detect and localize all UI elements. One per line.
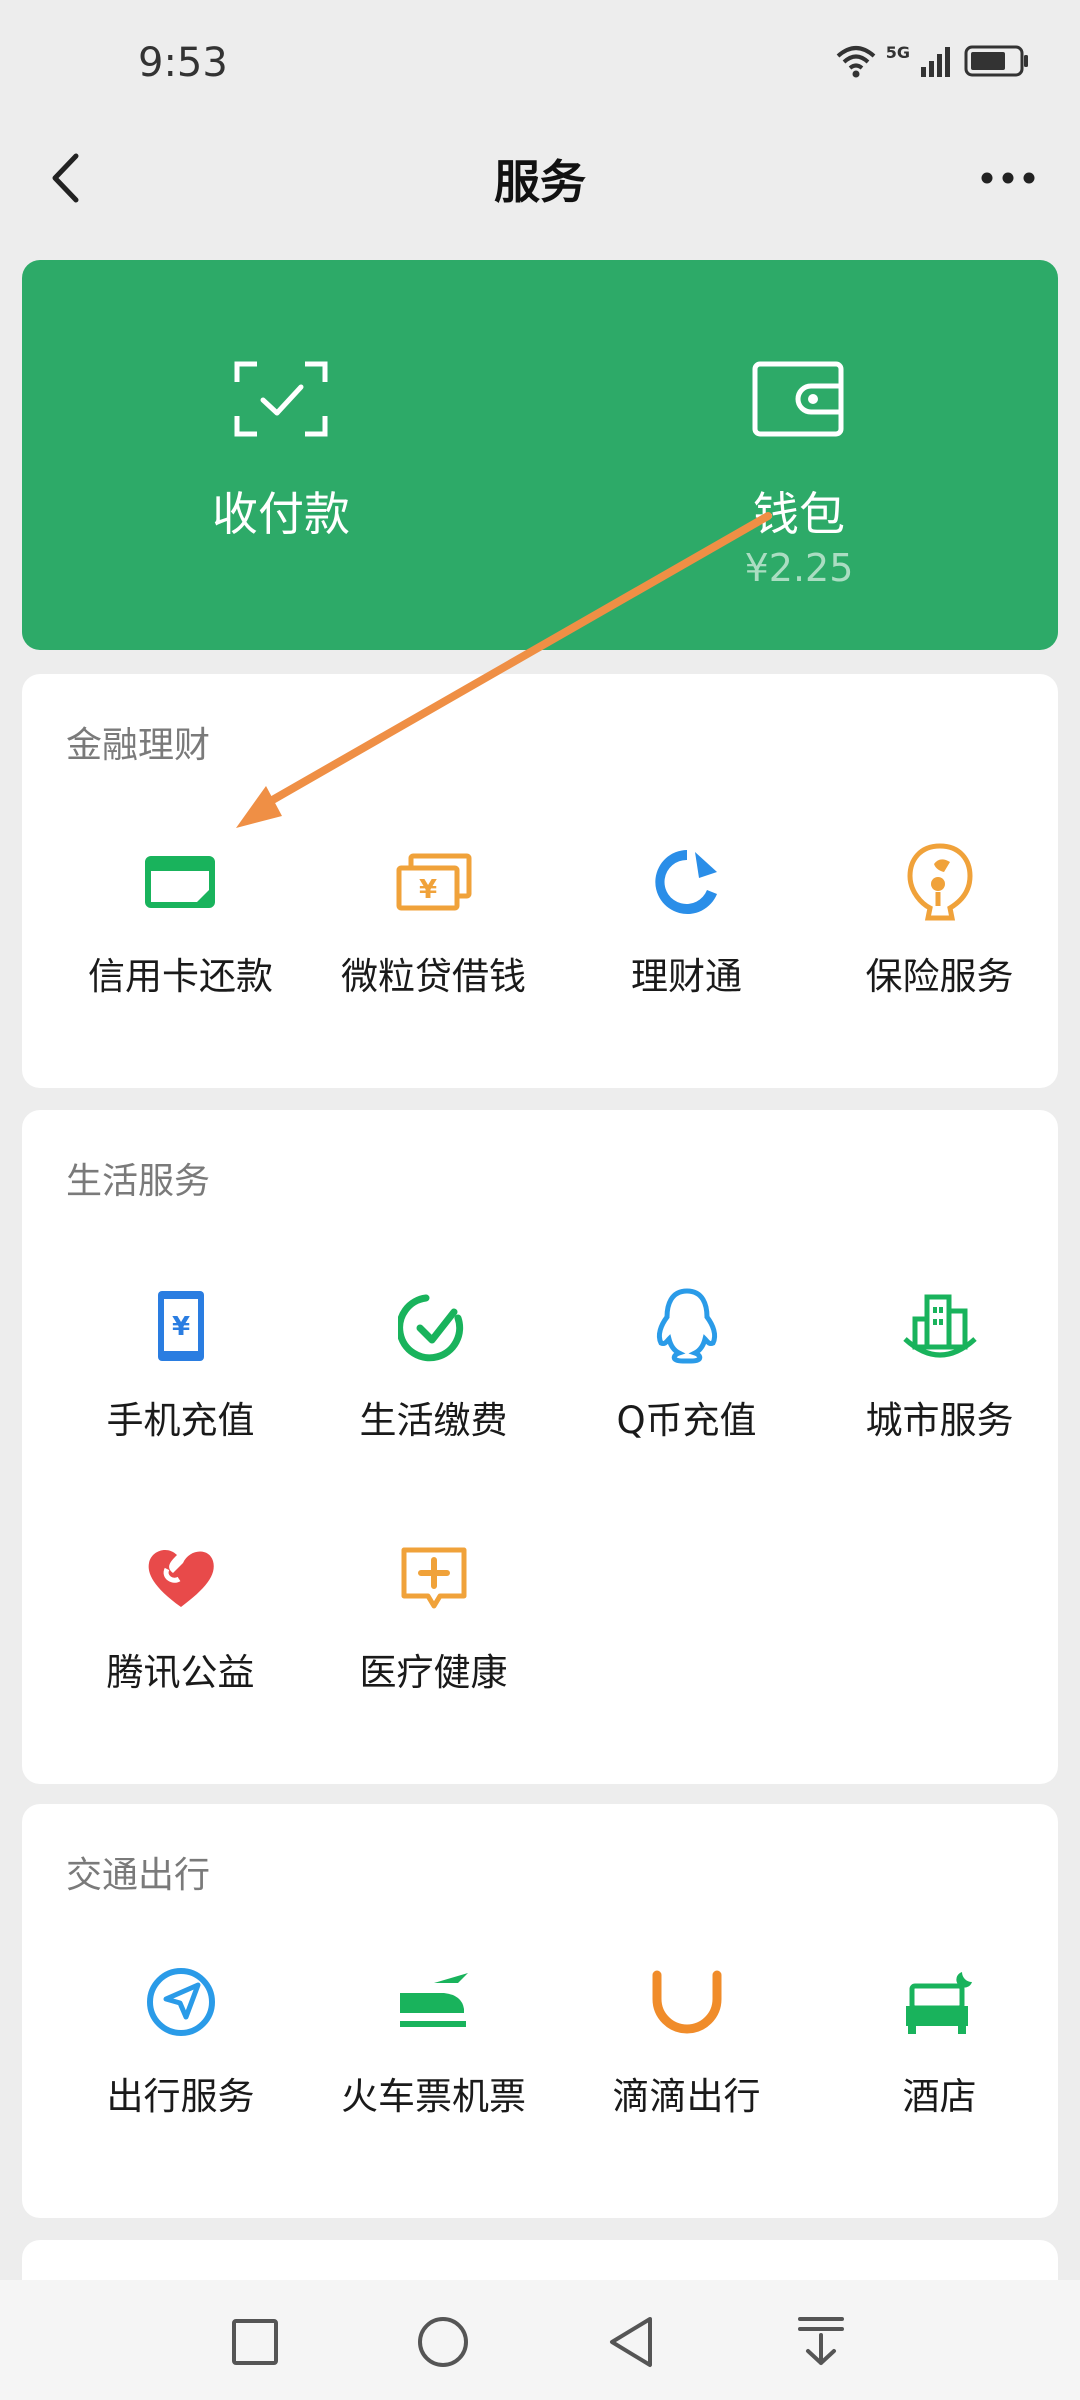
phone-topup-icon: ¥ [157,1291,204,1361]
loan-cash-icon: ¥ [396,853,471,911]
city-buildings-icon [902,1294,977,1358]
didi-icon [652,1970,721,2034]
credit-card-icon [144,856,215,908]
grid-item-phone-topup[interactable]: ¥ 手机充值 [54,1278,307,1478]
charity-heart-icon [148,1549,214,1607]
grid-item-train-flight-tickets[interactable]: 火车票机票 [307,1954,560,2154]
train-plane-icon [399,1973,468,2027]
more-dots-icon [981,172,1035,184]
grid-item-label: 生活缴费 [359,1399,508,1442]
signal-icon [921,47,950,77]
page-title: 服务 [494,155,586,209]
grid-item-label: 信用卡还款 [88,955,273,998]
scan-check-icon [234,361,328,437]
chevron-left-icon [52,153,79,203]
recent-apps-button[interactable] [210,2302,300,2382]
more-button[interactable] [968,142,1048,214]
notification-pull-button[interactable] [776,2302,866,2382]
svg-text:¥: ¥ [171,1312,189,1342]
back-nav-button[interactable] [586,2302,676,2382]
svg-text:¥: ¥ [418,875,436,905]
pay-receive-button[interactable]: 收付款 [22,260,540,650]
medical-cross-icon [401,1547,466,1609]
grid-item-label: 城市服务 [865,1399,1014,1442]
grid-item-label: 理财通 [631,955,742,998]
status-bar: 9:53 5G [0,0,1080,130]
wallet-balance: ¥2.25 [744,546,854,590]
section-title-transport: 交通出行 [66,1855,211,1896]
grid-item-label: 腾讯公益 [106,1651,255,1694]
grid-item-label: 保险服务 [865,955,1014,998]
grid-item-bill-payment[interactable]: 生活缴费 [307,1278,560,1478]
grid-item-weilidai-loan[interactable]: ¥ 微粒贷借钱 [307,834,560,1034]
bill-payment-icon [397,1294,463,1362]
hotel-bed-icon [905,1972,972,2034]
network-label: 5G [885,42,910,62]
wallet-label: 钱包 [753,487,845,541]
nav-bar: 服务 [0,130,1080,226]
grid-item-travel-services[interactable]: 出行服务 [54,1954,307,2154]
grid-item-label: 酒店 [902,2075,977,2118]
grid-item-label: 火车票机票 [341,2075,526,2118]
battery-icon [964,45,1028,77]
life-services-section: 生活服务 ¥ 手机充值 生活缴费 Q币充值 城市服务 腾讯公益 医疗健康 [22,1110,1058,1784]
transport-section: 交通出行 出行服务 火车票机票 滴滴出行 酒店 [22,1804,1058,2218]
wealth-icon [654,850,717,914]
grid-item-licaitong[interactable]: 理财通 [560,834,813,1034]
grid-item-label: Q币充值 [616,1399,757,1442]
pull-down-icon [798,2317,844,2365]
insurance-umbrella-icon [906,843,973,921]
status-time: 9:53 [138,40,228,86]
qq-penguin-icon [656,1288,717,1364]
wallet-card: 收付款 钱包 ¥2.25 [22,260,1058,650]
status-icons: 5G [836,42,1030,78]
grid-item-insurance[interactable]: 保险服务 [813,834,1066,1034]
grid-item-medical-health[interactable]: 医疗健康 [307,1530,560,1730]
triangle-back-icon [610,2317,652,2367]
wallet-button[interactable]: 钱包 ¥2.25 [540,260,1058,650]
grid-item-hotel[interactable]: 酒店 [813,1954,1066,2154]
grid-item-didi[interactable]: 滴滴出行 [560,1954,813,2154]
system-nav-bar [0,2280,1080,2400]
square-icon [232,2319,278,2365]
circle-icon [418,2317,468,2367]
grid-item-label: 微粒贷借钱 [341,955,526,998]
wallet-icon [752,361,844,437]
grid-item-label: 医疗健康 [359,1651,508,1694]
grid-item-label: 手机充值 [106,1399,255,1442]
grid-item-label: 滴滴出行 [612,2075,761,2118]
wifi-icon [836,46,876,78]
grid-item-credit-card-repay[interactable]: 信用卡还款 [54,834,307,1034]
home-button[interactable] [398,2302,488,2382]
grid-item-label: 出行服务 [106,2075,255,2118]
grid-item-qcoin-topup[interactable]: Q币充值 [560,1278,813,1478]
back-button[interactable] [30,142,100,214]
section-title-life: 生活服务 [66,1161,211,1202]
finance-section: 金融理财 信用卡还款 ¥ 微粒贷借钱 理财通 保险服务 [22,674,1058,1088]
pay-receive-label: 收付款 [212,487,350,541]
section-title-finance: 金融理财 [66,725,211,766]
navigation-icon [146,1968,215,2036]
grid-item-tencent-charity[interactable]: 腾讯公益 [54,1530,307,1730]
grid-item-city-services[interactable]: 城市服务 [813,1278,1066,1478]
